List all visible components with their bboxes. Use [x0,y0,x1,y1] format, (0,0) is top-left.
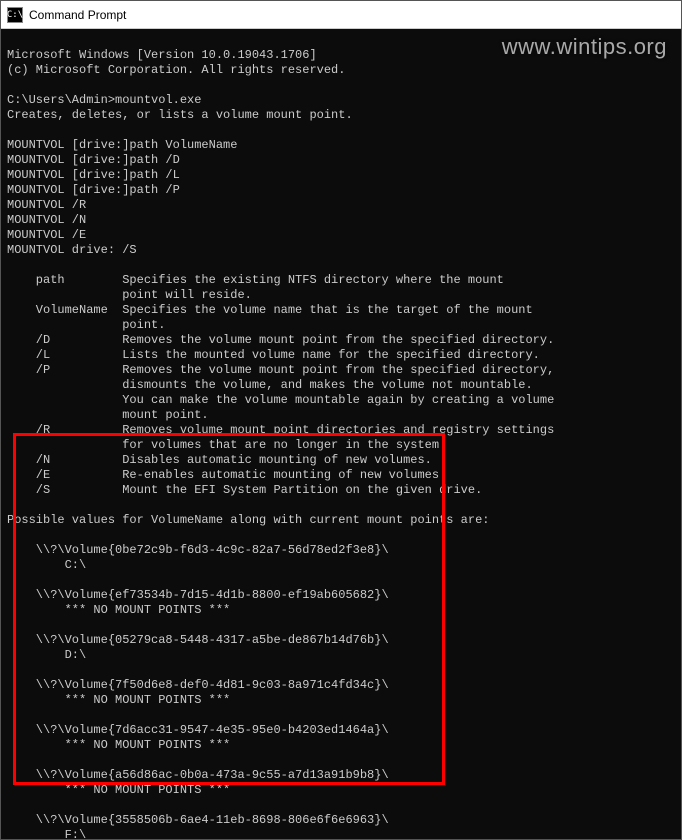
output-line: Creates, deletes, or lists a volume moun… [7,108,353,122]
command-prompt-window: C:\ Command Prompt Microsoft Windows [Ve… [0,0,682,840]
output-line: MOUNTVOL [drive:]path /L [7,168,180,182]
volume-entry: \\?\Volume{ef73534b-7d15-4d1b-8800-ef19a… [7,588,389,602]
watermark: www.wintips.org [502,39,667,54]
output-line: for volumes that are no longer in the sy… [7,438,446,452]
output-line: MOUNTVOL /R [7,198,86,212]
cmd-icon-text: C:\ [7,10,23,20]
output-line: Possible values for VolumeName along wit… [7,513,489,527]
output-line: MOUNTVOL [drive:]path /D [7,153,180,167]
mount-point: *** NO MOUNT POINTS *** [7,783,230,797]
command-input: mountvol.exe [115,93,201,107]
volume-entry: \\?\Volume{7d6acc31-9547-4e35-95e0-b4203… [7,723,389,737]
output-line: Microsoft Windows [Version 10.0.19043.17… [7,48,317,62]
mount-point: *** NO MOUNT POINTS *** [7,738,230,752]
output-line: /D Removes the volume mount point from t… [7,333,554,347]
output-line: /L Lists the mounted volume name for the… [7,348,540,362]
output-line: MOUNTVOL drive: /S [7,243,137,257]
mount-point: F:\ [7,828,86,839]
output-line: VolumeName Specifies the volume name tha… [7,303,533,317]
volume-entry: \\?\Volume{a56d86ac-0b0a-473a-9c55-a7d13… [7,768,389,782]
cmd-icon: C:\ [7,7,23,23]
output-line: path Specifies the existing NTFS directo… [7,273,504,287]
terminal-output[interactable]: Microsoft Windows [Version 10.0.19043.17… [1,29,681,839]
output-line: dismounts the volume, and makes the volu… [7,378,533,392]
output-line: MOUNTVOL [drive:]path /P [7,183,180,197]
output-line: MOUNTVOL /N [7,213,86,227]
volume-entry: \\?\Volume{7f50d6e8-def0-4d81-9c03-8a971… [7,678,389,692]
output-line: point. [7,318,165,332]
output-line: /E Re-enables automatic mounting of new … [7,468,446,482]
output-line: You can make the volume mountable again … [7,393,554,407]
mount-point: D:\ [7,648,86,662]
mount-point: *** NO MOUNT POINTS *** [7,693,230,707]
title-bar[interactable]: C:\ Command Prompt [1,1,681,29]
output-line: MOUNTVOL [drive:]path VolumeName [7,138,237,152]
window-title: Command Prompt [29,8,126,22]
output-line: MOUNTVOL /E [7,228,86,242]
output-line: /N Disables automatic mounting of new vo… [7,453,432,467]
volume-entry: \\?\Volume{05279ca8-5448-4317-a5be-de867… [7,633,389,647]
output-line: mount point. [7,408,209,422]
output-line: /S Mount the EFI System Partition on the… [7,483,482,497]
mount-point: *** NO MOUNT POINTS *** [7,603,230,617]
volume-entry: \\?\Volume{0be72c9b-f6d3-4c9c-82a7-56d78… [7,543,389,557]
output-line: /P Removes the volume mount point from t… [7,363,554,377]
prompt: C:\Users\Admin> [7,93,115,107]
output-line: (c) Microsoft Corporation. All rights re… [7,63,345,77]
output-line: point will reside. [7,288,252,302]
volume-entry: \\?\Volume{3558506b-6ae4-11eb-8698-806e6… [7,813,389,827]
output-line: /R Removes volume mount point directorie… [7,423,554,437]
mount-point: C:\ [7,558,86,572]
